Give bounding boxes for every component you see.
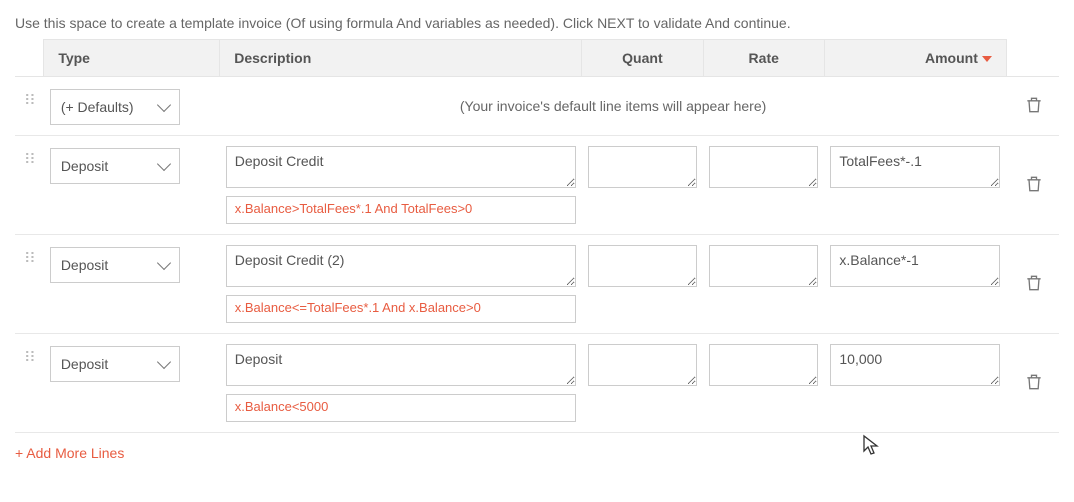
chevron-down-icon	[157, 157, 171, 171]
instructions-text: Use this space to create a template invo…	[15, 15, 1059, 31]
header-quant[interactable]: Quant	[582, 40, 703, 77]
amount-input[interactable]	[830, 245, 1000, 287]
type-select-label: (+ Defaults)	[61, 99, 159, 115]
type-select-label: Deposit	[61, 158, 159, 174]
rate-input[interactable]	[709, 146, 818, 188]
trash-icon	[1024, 371, 1044, 393]
table-row: Deposit	[15, 136, 1059, 235]
delete-row-button[interactable]	[1024, 94, 1042, 114]
delete-row-button[interactable]	[1024, 173, 1042, 193]
header-amount[interactable]: Amount	[824, 40, 1006, 77]
condition-input[interactable]	[226, 295, 576, 323]
rate-input[interactable]	[709, 245, 818, 287]
chevron-down-icon	[157, 355, 171, 369]
amount-input[interactable]	[830, 344, 1000, 386]
description-input[interactable]	[226, 146, 576, 188]
amount-input[interactable]	[830, 146, 1000, 188]
condition-input[interactable]	[226, 394, 576, 422]
drag-handle-icon[interactable]	[15, 77, 44, 136]
header-delete	[1006, 40, 1059, 77]
delete-row-button[interactable]	[1024, 272, 1042, 292]
header-rate[interactable]: Rate	[703, 40, 824, 77]
header-type[interactable]: Type	[44, 40, 220, 77]
header-handle	[15, 40, 44, 77]
type-select-label: Deposit	[61, 356, 159, 372]
defaults-placeholder-text: (Your invoice's default line items will …	[226, 92, 1001, 120]
description-input[interactable]	[226, 344, 576, 386]
type-select[interactable]: Deposit	[50, 247, 180, 283]
header-description[interactable]: Description	[220, 40, 582, 77]
type-select-label: Deposit	[61, 257, 159, 273]
quant-input[interactable]	[588, 146, 697, 188]
sort-desc-icon	[982, 56, 992, 62]
table-row: Deposit	[15, 334, 1059, 433]
condition-input[interactable]	[226, 196, 576, 224]
description-input[interactable]	[226, 245, 576, 287]
drag-handle-icon[interactable]	[15, 334, 44, 433]
trash-icon	[1024, 272, 1044, 294]
drag-handle-icon[interactable]	[15, 136, 44, 235]
trash-icon	[1024, 173, 1044, 195]
chevron-down-icon	[157, 98, 171, 112]
rate-input[interactable]	[709, 344, 818, 386]
trash-icon	[1024, 94, 1044, 116]
type-select-defaults[interactable]: (+ Defaults)	[50, 89, 180, 125]
add-more-lines-button[interactable]: + Add More Lines	[15, 445, 124, 461]
drag-handle-icon[interactable]	[15, 235, 44, 334]
table-row-defaults: (+ Defaults) (Your invoice's default lin…	[15, 77, 1059, 136]
type-select[interactable]: Deposit	[50, 346, 180, 382]
quant-input[interactable]	[588, 344, 697, 386]
delete-row-button[interactable]	[1024, 371, 1042, 391]
chevron-down-icon	[157, 256, 171, 270]
quant-input[interactable]	[588, 245, 697, 287]
table-row: Deposit	[15, 235, 1059, 334]
mouse-cursor-icon	[862, 434, 880, 456]
type-select[interactable]: Deposit	[50, 148, 180, 184]
invoice-template-table: Type Description Quant Rate Amount (+ De…	[15, 39, 1059, 433]
